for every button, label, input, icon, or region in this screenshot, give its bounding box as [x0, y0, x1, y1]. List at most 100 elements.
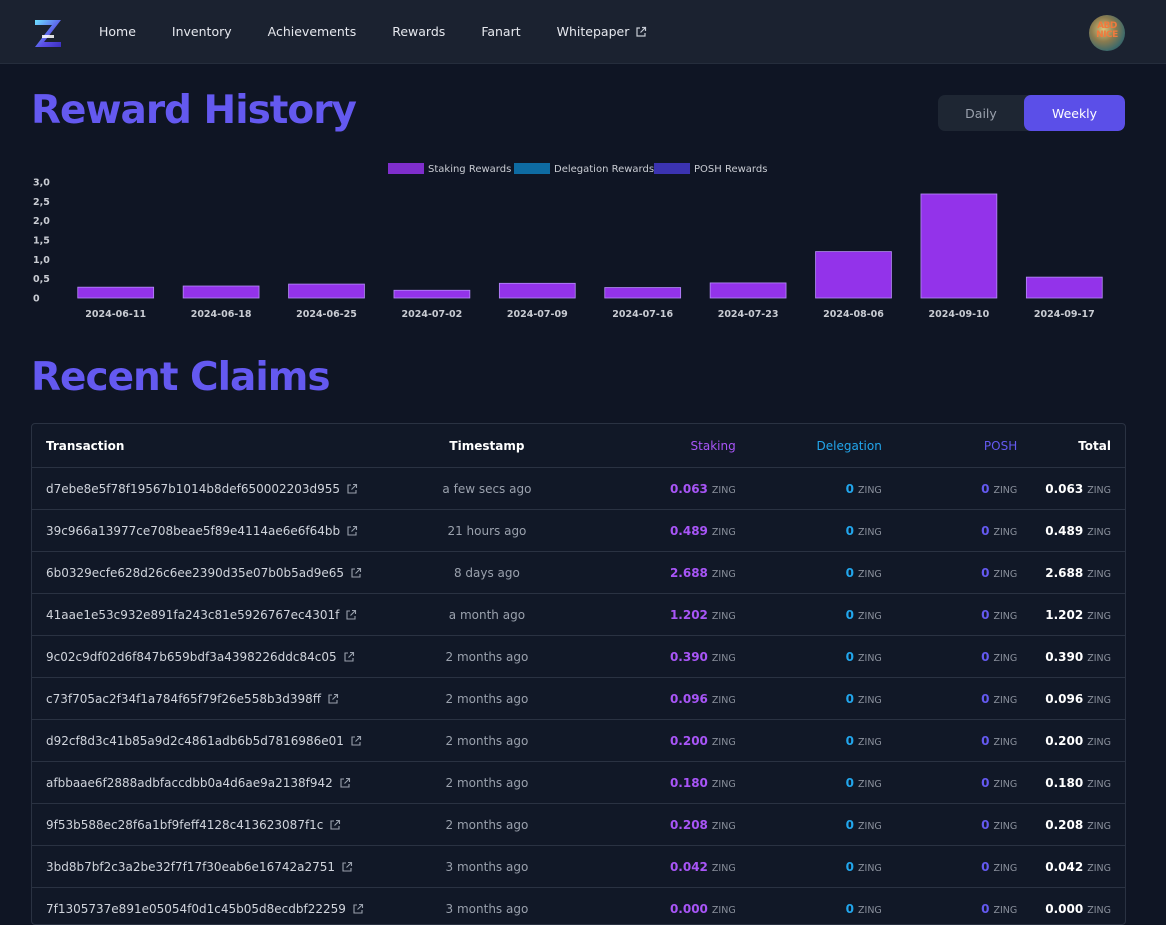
daily-toggle-button[interactable]: Daily — [938, 95, 1024, 131]
nav-rewards[interactable]: Rewards — [392, 24, 445, 39]
transaction-link[interactable]: d92cf8d3c41b85a9d2c4861adb6b5d7816986e01 — [46, 734, 362, 748]
total-value: 2.688 — [1045, 566, 1083, 580]
transaction-link[interactable]: 39c966a13977ce708beae5f89e4114ae6e6f64bb — [46, 524, 358, 538]
external-link-icon — [327, 693, 339, 705]
delegation-value: 0 — [846, 860, 854, 874]
unit-label: ZING — [858, 821, 882, 832]
x-tick-label: 2024-09-17 — [1034, 309, 1095, 320]
cell-staking: 1.202ZING — [584, 594, 749, 636]
x-tick-label: 2024-06-25 — [296, 309, 357, 320]
unit-label: ZING — [712, 611, 736, 622]
col-delegation: Delegation — [750, 424, 896, 468]
unit-label: ZING — [712, 653, 736, 664]
total-value: 0.063 — [1045, 482, 1083, 496]
delegation-value: 0 — [846, 650, 854, 664]
staking-value: 0.096 — [670, 692, 708, 706]
nav-fanart[interactable]: Fanart — [481, 24, 520, 39]
table-header-row: Transaction Timestamp Staking Delegation… — [32, 424, 1125, 468]
nav-whitepaper-label: Whitepaper — [557, 24, 630, 39]
cell-posh: 0ZING — [896, 720, 1031, 762]
cell-staking: 2.688ZING — [584, 552, 749, 594]
total-value: 1.202 — [1045, 608, 1083, 622]
transaction-link[interactable]: 6b0329ecfe628d26c6ee2390d35e07b0b5ad9e65 — [46, 566, 362, 580]
bar-staking — [816, 252, 892, 298]
transaction-hash: c73f705ac2f34f1a784f65f79f26e558b3d398ff — [46, 692, 321, 706]
unit-label: ZING — [1087, 611, 1111, 622]
transaction-link[interactable]: 41aae1e53c932e891fa243c81e5926767ec4301f — [46, 608, 357, 622]
cell-timestamp: 3 months ago — [390, 846, 585, 888]
cell-total: 0.042ZING — [1031, 846, 1125, 888]
external-link-icon — [350, 735, 362, 747]
cell-posh: 0ZING — [896, 468, 1031, 510]
x-tick-label: 2024-09-10 — [929, 309, 990, 320]
cell-total: 2.688 ZING — [1031, 552, 1125, 594]
cell-delegation: 0ZING — [750, 468, 896, 510]
unit-label: ZING — [1087, 485, 1111, 496]
legend-swatch — [514, 163, 550, 174]
nav-whitepaper[interactable]: Whitepaper — [557, 24, 648, 39]
transaction-link[interactable]: 9f53b588ec28f6a1bf9feff4128c413623087f1c — [46, 818, 341, 832]
unit-label: ZING — [993, 695, 1017, 706]
cell-transaction: 7f1305737e891e05054f0d1c45b05d8ecdbf2225… — [32, 888, 390, 925]
unit-label: ZING — [712, 527, 736, 538]
transaction-link[interactable]: 3bd8b7bf2c3a2be32f7f17f30eab6e16742a2751 — [46, 860, 353, 874]
legend-label: POSH Rewards — [694, 164, 767, 175]
staking-value: 0.180 — [670, 776, 708, 790]
nav-home[interactable]: Home — [99, 24, 136, 39]
transaction-link[interactable]: c73f705ac2f34f1a784f65f79f26e558b3d398ff — [46, 692, 339, 706]
external-link-icon — [346, 483, 358, 495]
claims-table: Transaction Timestamp Staking Delegation… — [31, 423, 1126, 925]
bar-staking — [394, 290, 470, 298]
user-avatar[interactable]: ABD NICE — [1089, 15, 1125, 51]
avatar-text: ABD NICE — [1092, 22, 1122, 40]
posh-value: 0 — [981, 776, 989, 790]
unit-label: ZING — [712, 695, 736, 706]
transaction-hash: 41aae1e53c932e891fa243c81e5926767ec4301f — [46, 608, 339, 622]
unit-label: ZING — [858, 695, 882, 706]
unit-label: ZING — [1087, 863, 1111, 874]
cell-staking: 0.063ZING — [584, 468, 749, 510]
unit-label: ZING — [1087, 569, 1111, 580]
unit-label: ZING — [993, 569, 1017, 580]
unit-label: ZING — [712, 905, 736, 916]
cell-total: 0.200ZING — [1031, 720, 1125, 762]
nav-achievements[interactable]: Achievements — [268, 24, 357, 39]
transaction-link[interactable]: d7ebe8e5f78f19567b1014b8def650002203d955 — [46, 482, 358, 496]
nav-inventory[interactable]: Inventory — [172, 24, 232, 39]
unit-label: ZING — [858, 905, 882, 916]
transaction-link[interactable]: 7f1305737e891e05054f0d1c45b05d8ecdbf2225… — [46, 902, 364, 916]
unit-label: ZING — [858, 569, 882, 580]
x-tick-label: 2024-07-16 — [612, 309, 673, 320]
x-tick-label: 2024-08-06 — [823, 309, 884, 320]
y-tick-label: 0 — [33, 294, 40, 305]
cell-timestamp: 2 months ago — [390, 636, 585, 678]
transaction-link[interactable]: afbbaae6f2888adbfaccdbb0a4d6ae9a2138f942 — [46, 776, 351, 790]
legend-swatch — [388, 163, 424, 174]
cell-transaction: d7ebe8e5f78f19567b1014b8def650002203d955 — [32, 468, 390, 510]
bar-staking — [289, 284, 365, 298]
unit-label: ZING — [1087, 695, 1111, 706]
cell-total: 0.208ZING — [1031, 804, 1125, 846]
table-row: c73f705ac2f34f1a784f65f79f26e558b3d398ff… — [32, 678, 1125, 720]
transaction-hash: d92cf8d3c41b85a9d2c4861adb6b5d7816986e01 — [46, 734, 344, 748]
logo-icon[interactable] — [32, 17, 64, 49]
x-tick-label: 2024-06-18 — [191, 309, 252, 320]
transaction-hash: d7ebe8e5f78f19567b1014b8def650002203d955 — [46, 482, 340, 496]
transaction-link[interactable]: 9c02c9df02d6f847b659bdf3a4398226ddc84c05 — [46, 650, 355, 664]
posh-value: 0 — [981, 482, 989, 496]
unit-label: ZING — [712, 821, 736, 832]
bar-staking — [710, 283, 786, 298]
cell-delegation: 0ZING — [750, 552, 896, 594]
cell-timestamp: a few secs ago — [390, 468, 585, 510]
posh-value: 0 — [981, 734, 989, 748]
delegation-value: 0 — [846, 734, 854, 748]
unit-label: ZING — [993, 527, 1017, 538]
weekly-toggle-button[interactable]: Weekly — [1024, 95, 1125, 131]
cell-staking: 0.042ZING — [584, 846, 749, 888]
staking-value: 2.688 — [670, 566, 708, 580]
staking-value: 0.063 — [670, 482, 708, 496]
cell-posh: 0ZING — [896, 804, 1031, 846]
y-tick-label: 2,5 — [33, 197, 50, 208]
x-tick-label: 2024-06-11 — [85, 309, 146, 320]
cell-posh: 0ZING — [896, 678, 1031, 720]
